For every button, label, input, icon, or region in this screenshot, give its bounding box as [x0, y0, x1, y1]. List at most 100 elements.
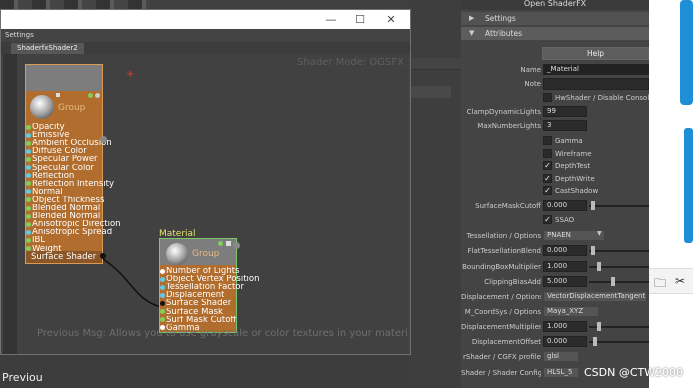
tess-label: Tessellation / Options: [466, 232, 541, 240]
input-pin[interactable]: [160, 317, 165, 323]
cgfx-dropdown[interactable]: glsl: [543, 351, 579, 362]
input-pin[interactable]: [26, 189, 31, 195]
disp-dropdown[interactable]: VectorDisplacementTangent: [543, 291, 647, 302]
flat-label: FlatTessellationBlend: [467, 247, 541, 255]
open-shaderfx-button[interactable]: Open ShaderFX: [461, 0, 649, 10]
help-button[interactable]: Help: [542, 47, 649, 60]
material-sphere-icon: [166, 243, 188, 265]
collapse-arrow-icon: ▼: [469, 29, 475, 37]
input-pin[interactable]: [160, 300, 165, 306]
dispoff-field[interactable]: 0.000: [543, 336, 587, 347]
option-checkbox[interactable]: [543, 148, 552, 158]
coord-label: M_CoordSys / Options: [464, 308, 541, 316]
option-checkbox[interactable]: ✓: [543, 161, 552, 170]
input-pin[interactable]: [26, 140, 31, 146]
tab-shaderfxshader2[interactable]: ShaderfxShader2: [11, 43, 84, 54]
shaderfx-window: — ☐ ✕ Settings ShaderfxShader2 Shader Mo…: [0, 9, 411, 355]
hwshader-checkbox[interactable]: [543, 93, 552, 102]
input-pin[interactable]: [26, 237, 31, 243]
input-pin[interactable]: [26, 156, 31, 162]
window-titlebar[interactable]: — ☐ ✕: [1, 10, 410, 29]
node-corner-icon: [56, 93, 60, 97]
option-checkbox-label: Gamma: [555, 137, 583, 145]
shadercfg-dropdown[interactable]: HLSL_5: [543, 367, 579, 378]
node-expand-pin[interactable]: [233, 242, 240, 249]
node-expand-pin[interactable]: [100, 136, 107, 143]
slider-handle[interactable]: [591, 246, 595, 255]
ssao-checkbox[interactable]: ✓: [543, 215, 552, 224]
input-pin[interactable]: [26, 229, 31, 235]
tess-dropdown[interactable]: PNAEN: [543, 230, 605, 241]
clamp-label: ClampDynamicLights: [466, 108, 541, 116]
surfacemask-field[interactable]: 0.000: [543, 200, 587, 211]
input-pin[interactable]: [26, 246, 31, 251]
dispoff-label: DisplacementOffset: [471, 338, 541, 346]
dispmult-field[interactable]: 1.000: [543, 321, 587, 332]
flat-field[interactable]: 0.000: [543, 245, 587, 256]
option-checkbox[interactable]: ✓: [543, 186, 552, 195]
slider-handle[interactable]: [593, 337, 597, 346]
background-label: Previou: [2, 371, 43, 384]
slider-handle[interactable]: [591, 201, 595, 210]
maxlights-label: MaxNumberLights: [477, 122, 541, 130]
ssao-label: SSAO: [555, 216, 575, 224]
input-pin[interactable]: [26, 124, 31, 130]
group-node[interactable]: Group Surface Shader Opacity Emissive Ambi…: [25, 64, 121, 264]
close-button[interactable]: ✕: [381, 11, 401, 28]
clamp-field[interactable]: 99: [543, 106, 587, 117]
side-thumbnail[interactable]: [684, 128, 693, 243]
slider-handle[interactable]: [597, 262, 601, 271]
input-pin[interactable]: [26, 173, 31, 179]
clip-slider[interactable]: [589, 281, 649, 283]
name-field[interactable]: _Material: [543, 64, 649, 75]
menu-settings[interactable]: Settings: [1, 29, 410, 42]
name-label: Name: [520, 66, 541, 74]
watermark: CSDN @CTW2000: [584, 366, 684, 379]
clip-label: ClippingBiasAdd: [484, 278, 541, 286]
surfacemask-slider[interactable]: [589, 205, 649, 207]
clip-field[interactable]: 5.000: [543, 276, 587, 287]
slider-handle[interactable]: [611, 277, 615, 286]
input-pin[interactable]: [160, 292, 165, 298]
node-graph-canvas[interactable]: Shader Mode: OGSFX + Group Surface Shade…: [3, 54, 408, 354]
output-pin[interactable]: [100, 253, 106, 259]
input-pin[interactable]: [26, 148, 31, 154]
input-pin[interactable]: [160, 276, 165, 282]
input-pin[interactable]: [26, 197, 31, 203]
node-status-pin: [218, 241, 223, 246]
previous-message: Previous Msg: Allows you to use grayscal…: [37, 328, 408, 339]
flat-slider[interactable]: [589, 250, 649, 252]
section-settings[interactable]: ▶ Settings: [461, 12, 649, 25]
input-pin[interactable]: [26, 205, 31, 211]
maximize-button[interactable]: ☐: [350, 11, 370, 28]
input-pin[interactable]: [26, 132, 31, 138]
node-label: Group: [192, 249, 220, 259]
option-checkbox[interactable]: ✓: [543, 173, 552, 183]
dispoff-slider[interactable]: [589, 341, 649, 343]
input-pin[interactable]: [26, 165, 31, 170]
input-pin[interactable]: [26, 221, 31, 227]
input-pin[interactable]: [160, 284, 165, 290]
minimize-button[interactable]: —: [321, 11, 341, 28]
option-checkbox[interactable]: [543, 136, 552, 145]
shadercfg-label: Shader / Shader Config: [461, 369, 541, 377]
attribute-editor: Open ShaderFX ▶ Settings ▼ Attributes Help…: [461, 0, 654, 388]
coord-dropdown[interactable]: Maya_XYZ: [543, 306, 599, 317]
option-checkbox-label: DepthWrite: [555, 174, 595, 183]
scissors-icon[interactable]: ✂: [675, 274, 685, 288]
input-pin[interactable]: [160, 309, 165, 314]
folder-icon[interactable]: 🗀: [654, 274, 666, 295]
input-pin[interactable]: [160, 268, 165, 274]
side-thumbnail[interactable]: [680, 0, 693, 105]
material-node[interactable]: Group Number of Lights Object Vertex Posi…: [159, 238, 260, 333]
thumbnail-strip: [0, 0, 150, 9]
option-checkbox-label: Wireframe: [555, 149, 592, 158]
section-attributes[interactable]: ▼ Attributes: [461, 27, 649, 40]
node-preview: [26, 65, 102, 91]
bbox-field[interactable]: 1.000: [543, 261, 587, 272]
input-pin[interactable]: [26, 181, 31, 187]
slider-handle[interactable]: [597, 322, 601, 331]
maxlights-field[interactable]: 3: [543, 120, 587, 131]
input-pin[interactable]: [26, 213, 31, 219]
note-field[interactable]: [543, 78, 649, 90]
